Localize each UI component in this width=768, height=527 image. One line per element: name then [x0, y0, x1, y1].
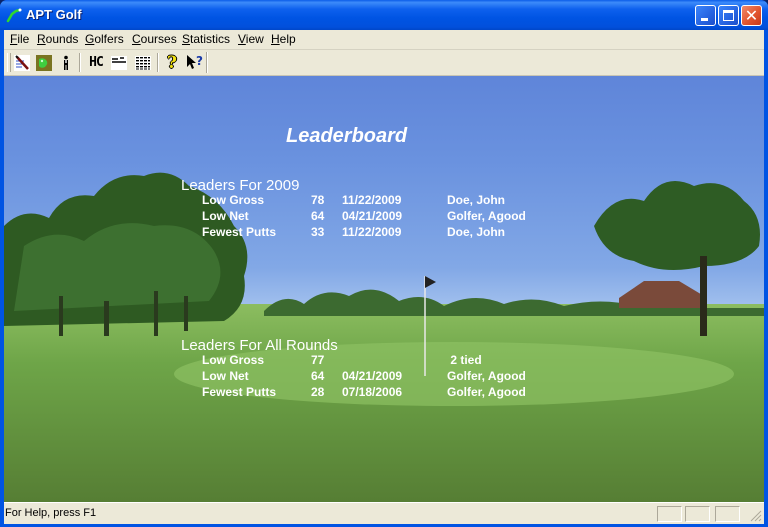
golfer-icon [64, 55, 68, 70]
toolbar: HC ? ? [4, 50, 764, 76]
help-question-icon: ? [167, 52, 177, 73]
menu-view[interactable]: View [238, 32, 264, 46]
toolbar-separator [157, 53, 159, 72]
scorecard-icon [111, 55, 127, 70]
category: Low Gross [202, 193, 265, 207]
handicap-icon: HC [89, 55, 104, 70]
menu-file[interactable]: File [10, 32, 29, 46]
minimize-button[interactable] [695, 5, 716, 26]
status-pane [657, 506, 682, 522]
menu-bar: File Rounds Golfers Courses Statistics V… [4, 30, 764, 50]
minimize-icon [701, 18, 708, 21]
maximize-button[interactable] [718, 5, 739, 26]
golfers-toolbar-button[interactable] [56, 53, 76, 72]
menu-golfers-label: olfers [94, 32, 124, 46]
scorecard-toolbar-button[interactable] [109, 53, 129, 72]
context-help-icon: ? [187, 54, 203, 69]
handicap-toolbar-button[interactable]: HC [86, 53, 106, 72]
context-help-toolbar-button[interactable]: ? [185, 53, 205, 72]
score: 28 [311, 385, 325, 399]
title-bar[interactable]: APT Golf ✕ [0, 0, 768, 30]
rounds-toolbar-button[interactable] [12, 53, 32, 72]
golfer-name: 2 tied [447, 353, 482, 367]
category: Low Net [202, 209, 249, 223]
app-window: APT Golf ✕ File Rounds Golfers Courses S… [0, 0, 768, 527]
menu-courses-accel: C [132, 32, 141, 46]
category: Low Gross [202, 353, 265, 367]
score: 64 [311, 369, 325, 383]
menu-help-accel: H [271, 32, 280, 46]
resize-grip-icon[interactable] [750, 510, 762, 522]
menu-golfers-accel: G [85, 32, 95, 46]
category: Fewest Putts [202, 385, 277, 399]
date: 04/21/2009 [342, 209, 403, 223]
window-body: File Rounds Golfers Courses Statistics V… [4, 30, 764, 524]
table-grid-icon [135, 55, 151, 70]
menu-statistics-label: tatistics [190, 32, 231, 46]
category: Low Net [202, 369, 249, 383]
menu-file-label: ile [17, 32, 30, 46]
date: 11/22/2009 [342, 193, 402, 207]
status-pane [685, 506, 710, 522]
golfer-name: Doe, John [447, 193, 506, 207]
menu-help[interactable]: Help [271, 32, 296, 46]
window-title: APT Golf [26, 7, 82, 22]
golfer-name: Doe, John [447, 225, 506, 239]
golf-club-icon [14, 54, 30, 71]
menu-statistics-accel: S [182, 32, 191, 46]
toolbar-grip[interactable] [7, 53, 11, 72]
menu-help-label: elp [279, 32, 296, 46]
menu-statistics[interactable]: Statistics [182, 32, 230, 46]
status-bar: For Help, press F1 [4, 502, 764, 524]
toolbar-separator [79, 53, 81, 72]
status-pane [715, 506, 740, 522]
golfer-name: Golfer, Agood [447, 385, 526, 399]
section-title-2009: Leaders For 2009 [181, 177, 300, 194]
menu-rounds-accel: R [37, 32, 46, 46]
date: 07/18/2006 [342, 385, 403, 399]
menu-courses-label: ourses [140, 32, 177, 46]
menu-rounds-label: ounds [45, 32, 79, 46]
maximize-icon [723, 10, 734, 21]
menu-golfers[interactable]: Golfers [85, 32, 124, 46]
score: 33 [311, 225, 325, 239]
menu-view-accel: V [238, 32, 246, 46]
score: 77 [311, 353, 325, 367]
golfer-name: Golfer, Agood [447, 209, 526, 223]
svg-text:?: ? [196, 54, 203, 68]
section-title-all-rounds: Leaders For All Rounds [181, 337, 338, 354]
date: 11/22/2009 [342, 225, 402, 239]
menu-rounds[interactable]: Rounds [37, 32, 78, 46]
table-toolbar-button[interactable] [133, 53, 153, 72]
courses-toolbar-button[interactable] [34, 53, 54, 72]
golfer-name: Golfer, Agood [447, 369, 526, 383]
app-golf-icon [6, 8, 22, 23]
menu-view-label: iew [245, 32, 264, 46]
category: Fewest Putts [202, 225, 277, 239]
date: 04/21/2009 [342, 369, 403, 383]
close-button[interactable]: ✕ [741, 5, 762, 26]
menu-courses[interactable]: Courses [132, 32, 177, 46]
close-icon: ✕ [744, 6, 759, 25]
leaderboard-view: Leaderboard Leaders For 2009 Low Gross 7… [4, 76, 764, 502]
score: 78 [311, 193, 325, 207]
about-toolbar-button[interactable]: ? [162, 52, 182, 73]
score: 64 [311, 209, 325, 223]
leaderboard-title: Leaderboard [286, 125, 408, 147]
golf-course-icon [36, 54, 52, 71]
toolbar-end-separator [206, 52, 208, 73]
status-text: For Help, press F1 [5, 507, 97, 519]
